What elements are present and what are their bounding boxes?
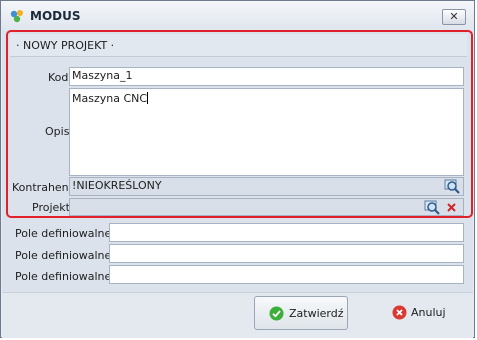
projekt-label: Projekt [32,201,70,214]
kontrahent-search-icon[interactable] [444,178,461,195]
custom-field-2-label: Pole definiowalne 2 [15,249,122,262]
window-title: MODUS [30,9,81,23]
projekt-search-icon[interactable] [424,199,441,216]
custom-field-1-label: Pole definiowalne 1 [15,227,122,240]
modus-dialog: MODUS ✕ · NOWY PROJEKT · Kod Maszyna_1 O… [0,0,475,338]
kod-label: Kod [48,71,69,84]
section-header: · NOWY PROJEKT · [10,34,467,57]
kod-input[interactable]: Maszyna_1 [69,67,464,86]
custom-field-1-input[interactable] [109,223,464,242]
cancel-icon[interactable] [392,305,407,320]
opis-label: Opis [45,125,70,138]
section-title: · NOWY PROJEKT · [16,39,115,52]
projekt-field[interactable] [69,198,464,216]
projekt-clear-icon[interactable] [446,202,457,213]
check-icon [269,306,284,321]
custom-field-2-input[interactable] [109,244,464,263]
close-button[interactable]: ✕ [442,9,466,25]
opis-textarea[interactable]: Maszyna CNC [69,88,464,176]
kontrahent-label: Kontrahent [12,181,73,194]
app-logo-icon [10,10,23,23]
cancel-button[interactable]: Anuluj [411,306,446,319]
custom-field-3-input[interactable] [109,265,464,284]
text-cursor [147,92,149,104]
opis-text: Maszyna CNC [72,92,148,105]
kontrahent-field[interactable]: !NIEOKREŚLONY [69,177,464,196]
confirm-button[interactable]: Zatwierdź [254,296,348,330]
title-bar[interactable]: MODUS ✕ [1,1,474,31]
custom-field-3-label: Pole definiowalne 3 [15,270,122,283]
confirm-label: Zatwierdź [289,307,344,320]
